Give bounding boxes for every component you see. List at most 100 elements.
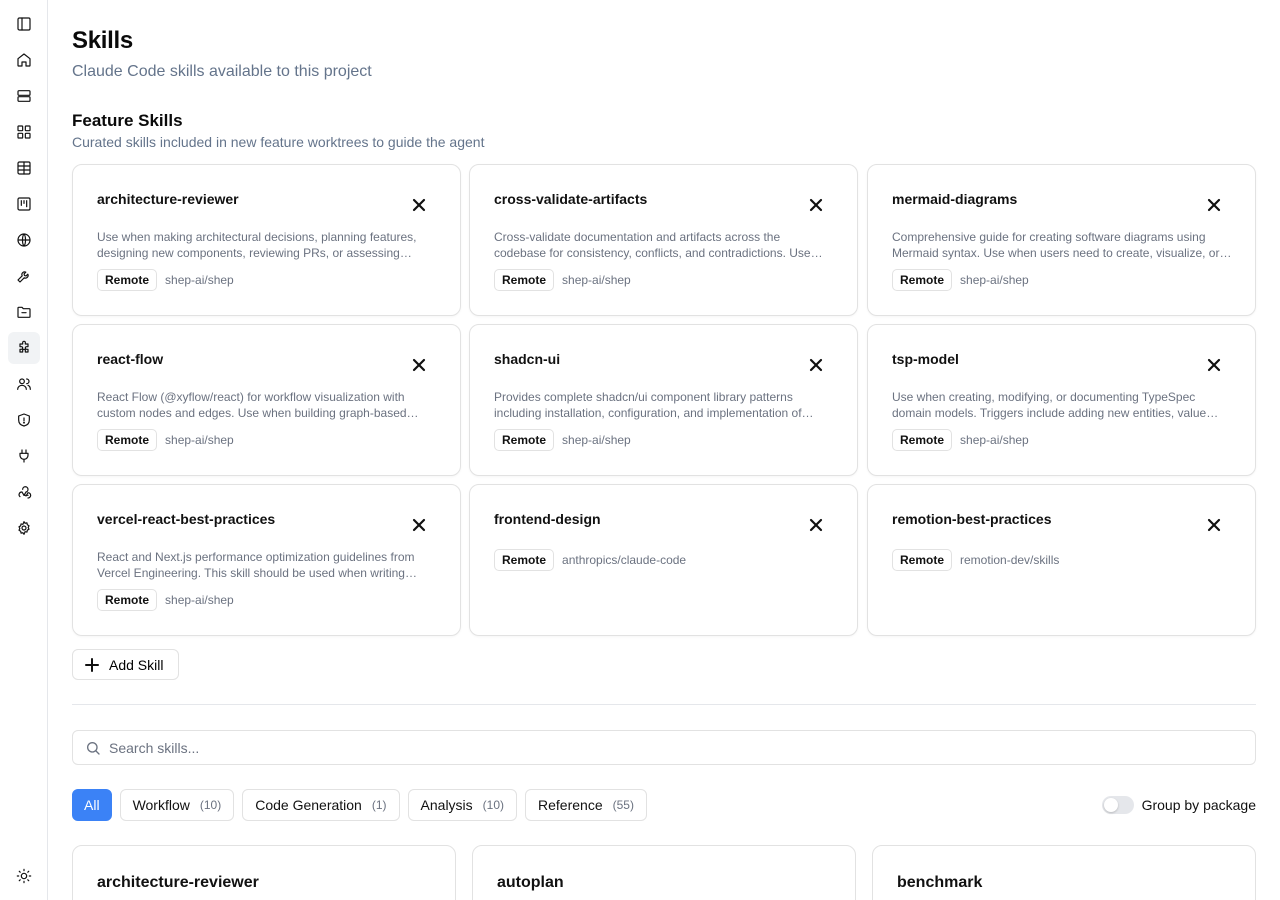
filter-count: (55): [612, 798, 634, 812]
filter-count: (10): [199, 798, 222, 812]
plug-icon[interactable]: [8, 440, 40, 472]
skill-name: react-flow: [97, 351, 164, 367]
remote-badge: Remote: [97, 269, 158, 291]
skill-name: cross-validate-artifacts: [494, 191, 648, 207]
toggle-switch[interactable]: [1101, 796, 1134, 814]
feature-skills-subtitle: Curated skills included in new feature w…: [72, 134, 485, 150]
group-by-package-toggle[interactable]: Group by package: [1101, 796, 1256, 814]
remote-badge: Remote: [892, 269, 953, 291]
plus-icon: [85, 657, 99, 672]
sidebar: [0, 0, 48, 900]
remote-badge: Remote: [494, 429, 555, 451]
skill-name: frontend-design: [494, 511, 601, 527]
skill-source: shep-ai/shep: [960, 273, 1029, 287]
filter-label: Code Generation: [255, 797, 362, 813]
home-icon[interactable]: [8, 44, 40, 76]
filter-analysis[interactable]: Analysis (10): [407, 789, 518, 821]
feature-skill-card: mermaid-diagrams Comprehensive guide for…: [867, 164, 1256, 316]
gear-icon[interactable]: [8, 512, 40, 544]
skill-description: Comprehensive guide for creating softwar…: [892, 230, 1220, 260]
remote-badge: Remote: [494, 549, 555, 571]
filter-label: Analysis: [420, 797, 473, 813]
grid-icon[interactable]: [8, 116, 40, 148]
skill-list-card[interactable]: architecture-reviewer: [72, 845, 456, 900]
feature-skill-card: tsp-model Use when creating, modifying, …: [867, 324, 1256, 476]
folder-icon[interactable]: [8, 296, 40, 328]
remote-badge: Remote: [892, 429, 953, 451]
search-icon: [87, 741, 100, 755]
skill-source: remotion-dev/skills: [960, 553, 1060, 567]
section-divider: [72, 704, 1256, 705]
search-box[interactable]: [72, 730, 1256, 765]
skill-source: shep-ai/shep: [165, 433, 234, 447]
close-icon[interactable]: [809, 198, 823, 212]
page-subtitle: Claude Code skills available to this pro…: [72, 63, 372, 80]
skill-name: vercel-react-best-practices: [97, 511, 276, 527]
skill-description: Cross-validate documentation and artifac…: [494, 230, 811, 260]
close-icon[interactable]: [1207, 198, 1221, 212]
feature-skill-card: vercel-react-best-practices React and Ne…: [72, 484, 461, 636]
skill-name: remotion-best-practices: [892, 511, 1052, 527]
filter-label: Workflow: [132, 797, 190, 813]
filter-label: All: [84, 797, 100, 813]
skill-list-card[interactable]: benchmark: [872, 845, 1256, 900]
close-icon[interactable]: [809, 518, 823, 532]
feature-skill-card: cross-validate-artifacts Cross-validate …: [469, 164, 858, 316]
add-skill-button[interactable]: Add Skill: [72, 649, 179, 680]
globe-icon[interactable]: [8, 224, 40, 256]
feature-skill-card: react-flow React Flow (@xyflow/react) fo…: [72, 324, 461, 476]
close-icon[interactable]: [412, 198, 426, 212]
category-filters: All Workflow (10) Code Generation (1) An…: [72, 789, 647, 821]
remote-badge: Remote: [892, 549, 953, 571]
skill-source: anthropics/claude-code: [562, 553, 687, 567]
skill-description: React and Next.js performance optimizati…: [97, 550, 415, 580]
webhook-icon[interactable]: [8, 476, 40, 508]
filter-reference[interactable]: Reference (55): [525, 789, 647, 821]
shield-icon[interactable]: [8, 404, 40, 436]
skill-name: tsp-model: [892, 351, 959, 367]
search-input[interactable]: [109, 739, 1209, 756]
remote-badge: Remote: [494, 269, 555, 291]
skill-source: shep-ai/shep: [562, 273, 631, 287]
close-icon[interactable]: [1207, 358, 1221, 372]
skill-description: Use when making architectural decisions,…: [97, 230, 417, 260]
skill-source: shep-ai/shep: [562, 433, 631, 447]
sun-icon[interactable]: [8, 860, 40, 892]
skill-description: React Flow (@xyflow/react) for workflow …: [97, 390, 407, 420]
skill-name: architecture-reviewer: [97, 874, 259, 891]
skill-name: autoplan: [497, 874, 564, 891]
server-icon[interactable]: [8, 80, 40, 112]
filter-count: (1): [371, 798, 387, 812]
feature-skill-card: shadcn-ui Provides complete shadcn/ui co…: [469, 324, 858, 476]
skill-source: shep-ai/shep: [165, 273, 234, 287]
filter-code-generation[interactable]: Code Generation (1): [242, 789, 400, 821]
sidebar-toggle-icon[interactable]: [8, 8, 40, 40]
board-icon[interactable]: [8, 188, 40, 220]
filter-label: Reference: [538, 797, 603, 813]
page-title: Skills: [72, 27, 133, 54]
add-skill-label: Add Skill: [109, 656, 164, 673]
remote-badge: Remote: [97, 589, 158, 611]
users-icon[interactable]: [8, 368, 40, 400]
table-icon[interactable]: [8, 152, 40, 184]
close-icon[interactable]: [412, 358, 426, 372]
filter-count: (10): [482, 798, 505, 812]
skill-source: shep-ai/shep: [165, 593, 234, 607]
skill-list-card[interactable]: autoplan: [472, 845, 856, 900]
skill-name: shadcn-ui: [494, 351, 561, 367]
skill-description: Use when creating, modifying, or documen…: [892, 390, 1207, 420]
skill-description: Provides complete shadcn/ui component li…: [494, 390, 802, 420]
wrench-icon[interactable]: [8, 260, 40, 292]
feature-skill-card: remotion-best-practices Remote remotion-d…: [867, 484, 1256, 636]
feature-skill-card: frontend-design Remote anthropics/claude-…: [469, 484, 858, 636]
close-icon[interactable]: [1207, 518, 1221, 532]
group-by-label: Group by package: [1141, 797, 1256, 813]
skill-name: mermaid-diagrams: [892, 191, 1018, 207]
remote-badge: Remote: [97, 429, 158, 451]
filter-all[interactable]: All: [72, 789, 112, 821]
skill-name: architecture-reviewer: [97, 191, 239, 207]
close-icon[interactable]: [412, 518, 426, 532]
filter-workflow[interactable]: Workflow (10): [119, 789, 235, 821]
puzzle-icon[interactable]: [8, 332, 40, 364]
close-icon[interactable]: [809, 358, 823, 372]
